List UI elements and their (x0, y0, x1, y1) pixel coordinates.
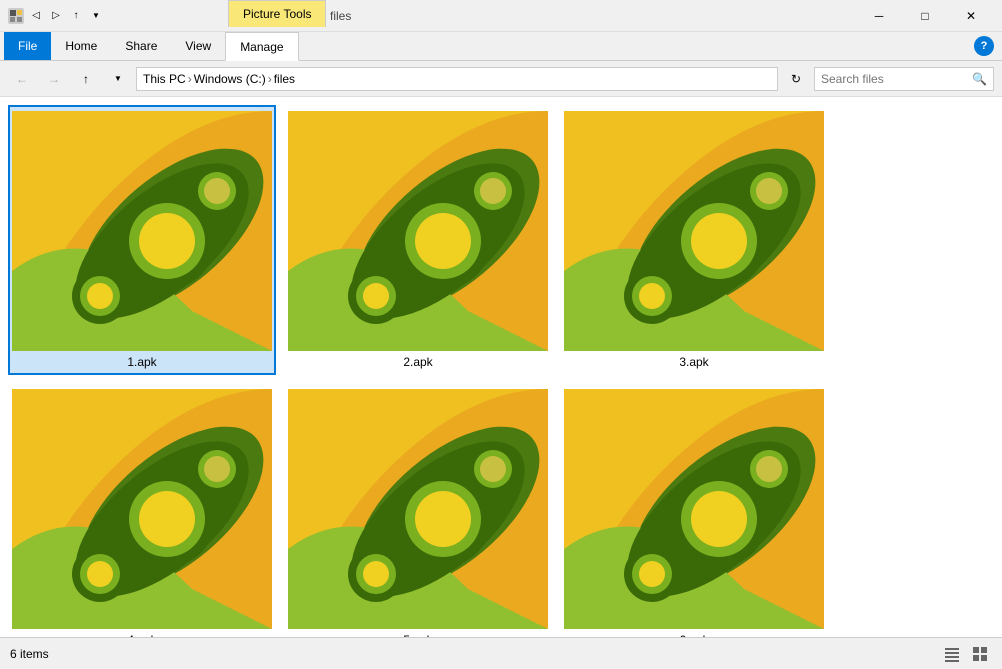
path-this-pc: This PC (143, 72, 186, 86)
back-icon: ◁ (28, 8, 44, 24)
forward-icon: ▷ (48, 8, 64, 24)
title-bar: ◁ ▷ ↑ ▼ Picture Tools files ─ □ ✕ (0, 0, 1002, 32)
file-thumb-6 (564, 389, 824, 629)
search-box[interactable]: 🔍 (814, 67, 994, 91)
details-view-button[interactable] (940, 642, 964, 666)
file-label-1: 1.apk (127, 355, 156, 369)
file-item-4[interactable]: 4.apk (8, 383, 276, 637)
large-icons-view-button[interactable] (968, 642, 992, 666)
tab-manage[interactable]: Manage (225, 32, 298, 61)
path-windows: Windows (C:) (194, 72, 266, 86)
minimize-button[interactable]: ─ (856, 0, 902, 32)
file-item-2[interactable]: 2.apk (284, 105, 552, 375)
path-sep-2: › (268, 72, 272, 86)
system-icon (8, 8, 24, 24)
file-label-4: 4.apk (127, 633, 156, 637)
ribbon: File Home Share View Manage ? (0, 32, 1002, 61)
address-bar: ← → ↑ ▼ This PC › Windows (C:) › files ↻… (0, 61, 1002, 97)
help-button[interactable]: ? (974, 36, 994, 56)
status-bar: 6 items (0, 637, 1002, 669)
tab-file[interactable]: File (4, 32, 51, 60)
file-thumb-1 (12, 111, 272, 351)
file-label-5: 5.apk (403, 633, 432, 637)
search-input[interactable] (821, 72, 968, 86)
recent-button[interactable]: ▼ (104, 67, 132, 91)
view-controls (940, 642, 992, 666)
path-files: files (274, 72, 295, 86)
file-item-6[interactable]: 6.apk (560, 383, 828, 637)
quick-access: ◁ ▷ ↑ ▼ (8, 8, 104, 24)
tab-view[interactable]: View (171, 32, 225, 60)
file-thumb-5 (288, 389, 548, 629)
file-thumb-3 (564, 111, 824, 351)
ribbon-tab-bar: File Home Share View Manage ? (0, 32, 1002, 60)
file-item-3[interactable]: 3.apk (560, 105, 828, 375)
window-title: files (330, 9, 351, 23)
tab-home[interactable]: Home (51, 32, 111, 60)
refresh-button[interactable]: ↻ (782, 67, 810, 91)
file-item-1[interactable]: 1.apk (8, 105, 276, 375)
item-count: 6 items (10, 647, 49, 661)
tab-share[interactable]: Share (111, 32, 171, 60)
file-thumb-4 (12, 389, 272, 629)
window-controls: ─ □ ✕ (856, 0, 994, 32)
forward-button[interactable]: → (40, 67, 68, 91)
ribbon-help: ? (974, 32, 1002, 60)
file-item-5[interactable]: 5.apk (284, 383, 552, 637)
file-grid: 1.apk 2.apk (0, 97, 1002, 637)
picture-tools-tab[interactable]: Picture Tools (228, 0, 326, 27)
search-icon: 🔍 (972, 72, 987, 86)
file-label-2: 2.apk (403, 355, 432, 369)
file-label-6: 6.apk (679, 633, 708, 637)
address-path[interactable]: This PC › Windows (C:) › files (136, 67, 778, 91)
maximize-button[interactable]: □ (902, 0, 948, 32)
back-button[interactable]: ← (8, 67, 36, 91)
path-sep-1: › (188, 72, 192, 86)
file-label-3: 3.apk (679, 355, 708, 369)
file-thumb-2 (288, 111, 548, 351)
close-button[interactable]: ✕ (948, 0, 994, 32)
up-button[interactable]: ↑ (72, 67, 100, 91)
dropdown-icon: ▼ (88, 8, 104, 24)
up-icon: ↑ (68, 8, 84, 24)
